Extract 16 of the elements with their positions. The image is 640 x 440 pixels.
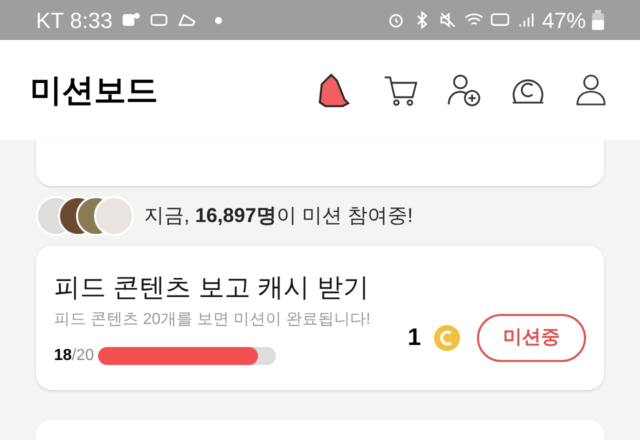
mission-card[interactable]: 피드 콘텐츠 보고 캐시 받기 피드 콘텐츠 20개를 보면 미션이 완료됩니다! 18/20 1 미션중 (36, 246, 604, 390)
battery-percent: 47% (542, 6, 586, 34)
user-icon[interactable] (574, 72, 608, 108)
mute-icon (438, 10, 458, 30)
mission-status-button[interactable]: 미션중 (477, 314, 586, 362)
participants-text: 지금, 16,897명이 미션 참여중! (144, 204, 413, 229)
avatar (94, 196, 134, 236)
mission-title: 피드 콘텐츠 보고 캐시 받기 (54, 271, 370, 304)
add-user-icon[interactable] (446, 72, 482, 108)
progress-count: 18/20 (54, 346, 94, 366)
mission-description: 피드 콘텐츠 20개를 보면 미션이 완료됩니다! (54, 310, 370, 330)
reward-amount: 1 (408, 323, 421, 353)
coin-icon (433, 324, 461, 352)
battery-icon (592, 10, 604, 30)
status-time: KT 8:33 (36, 6, 113, 34)
page-title: 미션보드 (30, 71, 158, 110)
